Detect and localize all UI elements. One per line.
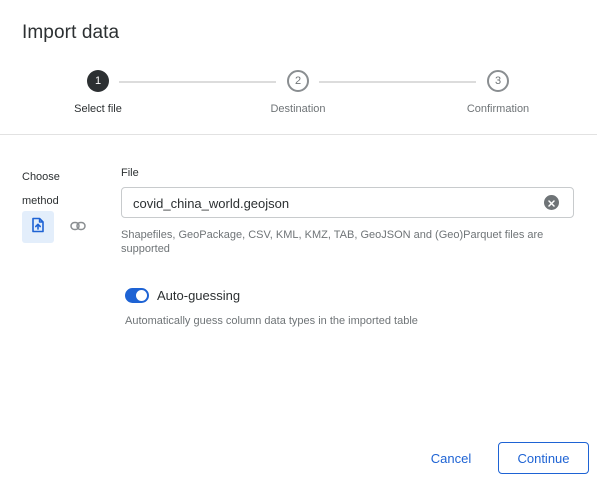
auto-guessing-label: Auto-guessing bbox=[157, 288, 241, 303]
step-2-indicator: 2 bbox=[287, 70, 309, 92]
choose-method-label: Choose method bbox=[22, 171, 60, 207]
step-1-indicator: 1 bbox=[87, 70, 109, 92]
cancel-button[interactable]: Cancel bbox=[418, 443, 484, 473]
auto-guessing-help: Automatically guess column data types in… bbox=[125, 315, 418, 327]
toggle-knob bbox=[136, 290, 147, 301]
close-icon bbox=[548, 194, 555, 212]
stepper-connector bbox=[319, 81, 476, 83]
upload-file-method-button[interactable] bbox=[22, 211, 54, 243]
header-divider bbox=[0, 134, 597, 135]
clear-file-button[interactable] bbox=[544, 195, 559, 210]
dialog-title: Import data bbox=[22, 22, 120, 43]
step-3-indicator: 3 bbox=[487, 70, 509, 92]
supported-formats-help: Shapefiles, GeoPackage, CSV, KML, KMZ, T… bbox=[121, 229, 544, 255]
import-data-dialog: Import data 1 2 3 Select file Destinatio… bbox=[0, 0, 597, 482]
stepper-connector bbox=[119, 81, 276, 83]
step-1-label: Select file bbox=[74, 103, 122, 115]
file-field-label: File bbox=[121, 167, 139, 179]
file-input[interactable] bbox=[133, 193, 533, 213]
step-3-label: Confirmation bbox=[466, 103, 530, 115]
auto-guessing-toggle[interactable] bbox=[125, 288, 149, 303]
link-icon bbox=[70, 218, 86, 236]
file-upload-icon bbox=[31, 217, 45, 238]
url-link-method-button[interactable] bbox=[62, 211, 94, 243]
continue-button[interactable]: Continue bbox=[498, 442, 589, 474]
step-2-label: Destination bbox=[270, 103, 326, 115]
file-input-wrapper bbox=[121, 187, 574, 218]
